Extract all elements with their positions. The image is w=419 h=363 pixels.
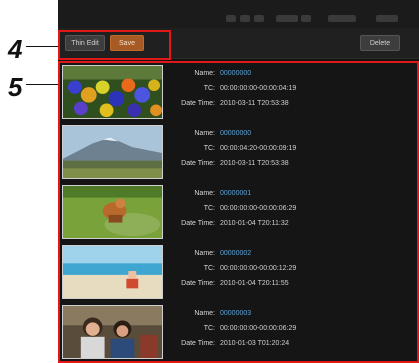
- callout-4: 4: [8, 34, 23, 64]
- status-indicator: [328, 15, 356, 22]
- status-indicator: [254, 15, 264, 22]
- status-indicator: [276, 15, 298, 22]
- delete-button[interactable]: Delete: [360, 35, 400, 51]
- status-indicator: [240, 15, 250, 22]
- clip-list-highlight: [58, 61, 419, 363]
- status-indicator: [226, 15, 236, 22]
- callout-5: 5: [8, 72, 23, 102]
- status-indicator: [301, 15, 311, 22]
- toolbar-highlight: [58, 30, 171, 60]
- top-status-bar: [58, 0, 419, 28]
- callout-5-leader: [26, 84, 60, 85]
- callout-4-leader: [26, 46, 60, 47]
- status-indicator: [376, 15, 398, 22]
